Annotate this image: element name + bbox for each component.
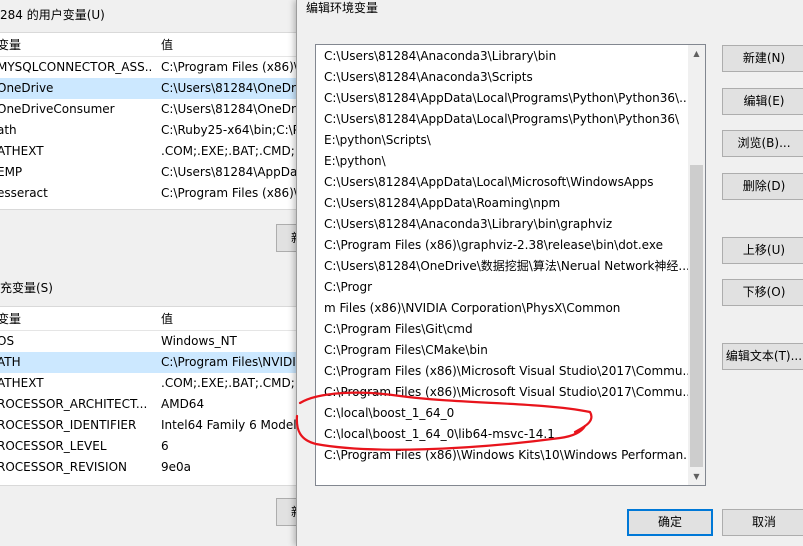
variable-name-cell: ROCESSOR_ARCHITECT... xyxy=(0,397,148,411)
browse-button[interactable]: 浏览(B)... xyxy=(722,130,803,157)
ok-button[interactable]: 确定 xyxy=(627,509,713,536)
variable-value-cell: Windows_NT xyxy=(161,334,237,348)
variable-value-cell: C:\Program Files\NVIDI xyxy=(161,355,296,369)
list-item[interactable]: C:\Users\81284\Anaconda3\Library\bin xyxy=(317,46,690,67)
table-row[interactable]: ATHEXT .COM;.EXE;.BAT;.CMD;. xyxy=(0,373,300,394)
list-item[interactable]: C:\Users\81284\OneDrive\数据挖掘\算法\Nerual N… xyxy=(317,256,690,277)
scroll-down-arrow-icon[interactable]: ▼ xyxy=(688,468,705,485)
table-row[interactable]: ROCESSOR_ARCHITECT... AMD64 xyxy=(0,394,300,415)
column-header-value[interactable]: 值 xyxy=(161,33,173,57)
table-row[interactable]: OneDrive C:\Users\81284\OneDri xyxy=(0,78,300,99)
variable-name-cell: EMP xyxy=(0,165,23,179)
variable-value-cell: C:\Program Files (x86)\ xyxy=(161,186,296,200)
variable-name-cell: OS xyxy=(0,334,15,348)
list-item[interactable]: C:\Program Files (x86)\Microsoft Visual … xyxy=(317,382,690,403)
variable-value-cell: .COM;.EXE;.BAT;.CMD;. xyxy=(161,376,296,390)
variable-value-cell: 9e0a xyxy=(161,460,192,474)
list-item[interactable]: C:\Progr xyxy=(317,277,690,298)
edit-environment-variable-dialog: 编辑环境变量 C:\Users\81284\Anaconda3\Library\… xyxy=(296,0,803,546)
cancel-button[interactable]: 取消 xyxy=(722,509,803,536)
list-item[interactable]: C:\Program Files (x86)\Microsoft Visual … xyxy=(317,361,690,382)
list-item[interactable]: C:\Program Files\Git\cmd xyxy=(317,319,690,340)
variable-value-cell: C:\Users\81284\AppDat xyxy=(161,165,296,179)
scroll-up-arrow-icon[interactable]: ▲ xyxy=(688,45,705,62)
variable-value-cell: 6 xyxy=(161,439,169,453)
table-row[interactable]: ROCESSOR_LEVEL 6 xyxy=(0,436,300,457)
list-item[interactable]: C:\Users\81284\AppData\Local\Programs\Py… xyxy=(317,109,690,130)
list-item[interactable]: E:\python\Scripts\ xyxy=(317,130,690,151)
variable-value-cell: .COM;.EXE;.BAT;.CMD;. xyxy=(161,144,296,158)
user-variables-table[interactable]: 变量 值 MYSQLCONNECTOR_ASS... C:\Program Fil… xyxy=(0,32,300,210)
table-row[interactable]: ATHEXT .COM;.EXE;.BAT;.CMD;. xyxy=(0,141,300,162)
variable-name-cell: ATHEXT xyxy=(0,376,44,390)
variable-value-cell: C:\Users\81284\OneDri xyxy=(161,102,296,116)
variable-name-cell: esseract xyxy=(0,186,48,200)
variable-value-cell: AMD64 xyxy=(161,397,205,411)
list-item[interactable]: C:\Users\81284\AppData\Roaming\npm xyxy=(317,193,690,214)
dialog-title: 编辑环境变量 xyxy=(306,1,379,15)
table-row[interactable]: ROCESSOR_IDENTIFIER Intel64 Family 6 Mode… xyxy=(0,415,300,436)
new-button[interactable]: 新建(N) xyxy=(722,45,803,72)
column-header-name[interactable]: 变量 xyxy=(0,33,21,57)
list-item[interactable]: C:\Users\81284\Anaconda3\Library\bin\gra… xyxy=(317,214,690,235)
scrollbar-thumb[interactable] xyxy=(690,165,703,467)
move-up-button[interactable]: 上移(U) xyxy=(722,237,803,264)
variable-value-cell: C:\Ruby25-x64\bin;C:\P xyxy=(161,123,296,137)
system-variables-rows: OSWindows_NTATHC:\Program Files\NVIDIATH… xyxy=(0,331,300,478)
column-header-value[interactable]: 值 xyxy=(161,307,173,331)
list-item[interactable]: C:\local\boost_1_64_0\lib64-msvc-14.1 xyxy=(317,424,690,445)
list-item[interactable]: C:\Users\81284\AppData\Local\Microsoft\W… xyxy=(317,172,690,193)
list-item[interactable]: C:\Program Files (x86)\graphviz-2.38\rel… xyxy=(317,235,690,256)
variable-name-cell: ath xyxy=(0,123,17,137)
variable-name-cell: ATHEXT xyxy=(0,144,44,158)
list-item[interactable]: C:\Program Files\CMake\bin xyxy=(317,340,690,361)
variable-name-cell: OneDriveConsumer xyxy=(0,102,115,116)
edit-text-button[interactable]: 编辑文本(T)... xyxy=(722,343,803,370)
environment-variables-window: 284 的用户变量(U) 变量 值 MYSQLCONNECTOR_ASS... C… xyxy=(0,0,316,546)
variable-name-cell: ROCESSOR_REVISION xyxy=(0,460,128,474)
user-variables-rows: MYSQLCONNECTOR_ASS... C:\Program Files (x… xyxy=(0,57,300,204)
variable-value-cell: C:\Users\81284\OneDri xyxy=(161,81,296,95)
list-item[interactable]: m Files (x86)\NVIDIA Corporation\PhysX\C… xyxy=(317,298,690,319)
delete-button[interactable]: 删除(D) xyxy=(722,173,803,200)
list-item[interactable]: C:\Users\81284\AppData\Local\Programs\Py… xyxy=(317,88,690,109)
table-row[interactable]: ROCESSOR_REVISION 9e0a xyxy=(0,457,300,478)
list-item[interactable]: E:\python\ xyxy=(317,151,690,172)
column-header-name[interactable]: 变量 xyxy=(0,307,21,331)
list-item[interactable]: C:\Users\81284\Anaconda3\Scripts xyxy=(317,67,690,88)
user-variables-title: 284 的用户变量(U) xyxy=(0,8,105,22)
table-row[interactable]: EMP C:\Users\81284\AppDat xyxy=(0,162,300,183)
move-down-button[interactable]: 下移(O) xyxy=(722,279,803,306)
table-row[interactable]: ath C:\Ruby25-x64\bin;C:\P xyxy=(0,120,300,141)
user-variables-header: 变量 值 xyxy=(0,33,300,57)
list-item[interactable]: C:\Program Files (x86)\Windows Kits\10\W… xyxy=(317,445,690,466)
variable-value-cell: C:\Program Files (x86)\ xyxy=(161,60,296,74)
table-row[interactable]: OneDriveConsumer C:\Users\81284\OneDri xyxy=(0,99,300,120)
variable-name-cell: ROCESSOR_LEVEL xyxy=(0,439,107,453)
system-variables-table[interactable]: 变量 值 OS Windows_NT ATH C:\Program Files\NVI… xyxy=(0,306,300,486)
variable-name-cell: MYSQLCONNECTOR_ASS... xyxy=(0,60,152,74)
list-item[interactable]: C:\local\boost_1_64_0 xyxy=(317,403,690,424)
edit-button[interactable]: 编辑(E) xyxy=(722,88,803,115)
table-row[interactable]: OS Windows_NT xyxy=(0,331,300,352)
system-variables-header: 变量 值 xyxy=(0,307,300,331)
table-row[interactable]: MYSQLCONNECTOR_ASS... C:\Program Files (x… xyxy=(0,57,300,78)
table-row[interactable]: ATH C:\Program Files\NVIDI xyxy=(0,352,300,373)
variable-name-cell: ROCESSOR_IDENTIFIER xyxy=(0,418,137,432)
table-row[interactable]: esseract C:\Program Files (x86)\ xyxy=(0,183,300,204)
variable-name-cell: ATH xyxy=(0,355,21,369)
variable-value-cell: Intel64 Family 6 Model xyxy=(161,418,296,432)
path-entries-list[interactable]: C:\Users\81284\Anaconda3\Library\bin C:\U… xyxy=(315,44,706,486)
system-variables-title: 充变量(S) xyxy=(0,281,53,295)
variable-name-cell: OneDrive xyxy=(0,81,54,95)
vertical-scrollbar[interactable]: ▲ ▼ xyxy=(688,45,705,485)
